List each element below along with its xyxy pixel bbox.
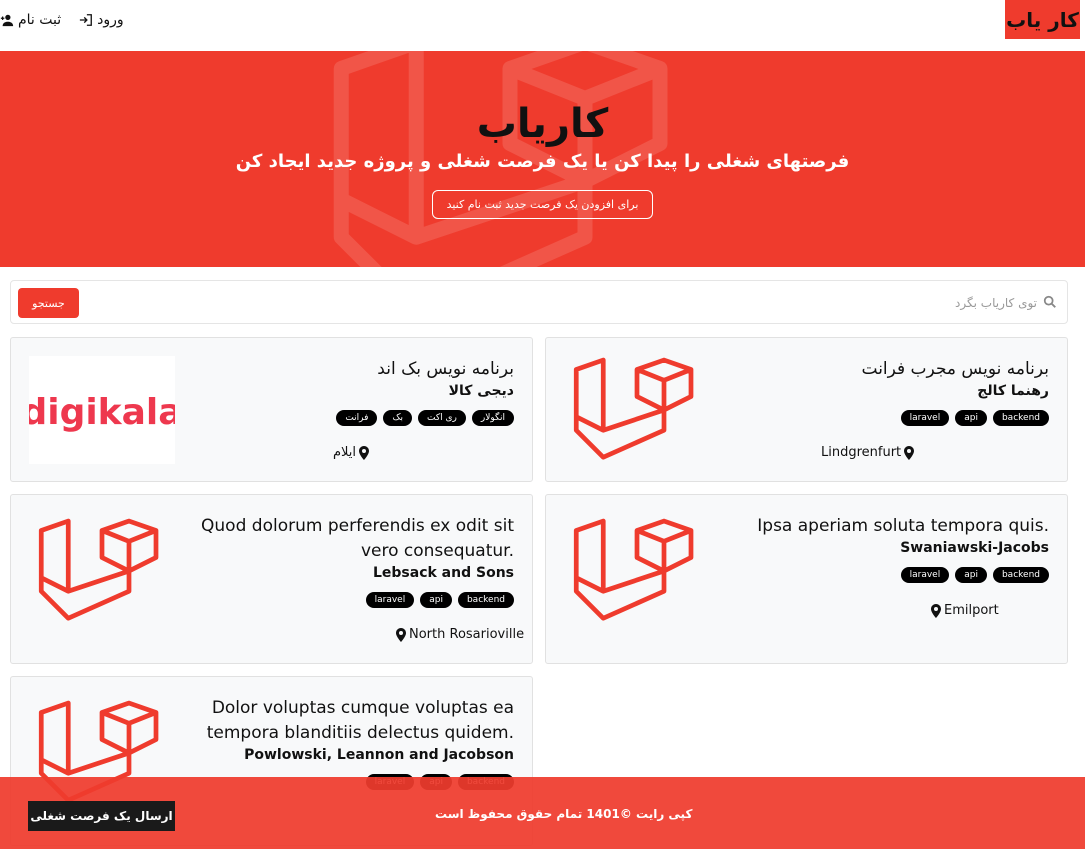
brand-logo[interactable]: کار یاب — [1005, 0, 1080, 39]
laravel-logo-icon — [573, 518, 694, 621]
tag-api[interactable]: api — [955, 567, 987, 583]
tag-backend[interactable]: بک — [383, 410, 413, 426]
login-link[interactable]: ورود — [79, 12, 124, 28]
company-name: دیجی کالا — [448, 383, 514, 399]
tag-frontend[interactable]: فرانت — [336, 410, 378, 426]
job-title[interactable]: برنامه نویس بک اند — [214, 357, 514, 382]
map-marker-icon — [931, 603, 941, 618]
tag-api[interactable]: api — [955, 410, 987, 426]
job-title-line: tempora blanditiis delectus quidem. — [206, 723, 514, 743]
job-title[interactable]: Ipsa aperiam soluta tempora quis. — [749, 514, 1049, 539]
job-card-body: برنامه نویس بک اند دیجی کالا فرانت بک ری… — [214, 357, 514, 426]
footer: کپی رایت ©1401 تمام حقوق محفوظ است ارسال… — [0, 777, 1085, 849]
job-title[interactable]: برنامه نویس مجرب فرانت — [749, 357, 1050, 382]
company-name: Powlowski, Leannon and Jacobson — [244, 747, 514, 763]
location-text: Lindgrenfurt — [821, 445, 902, 460]
job-title[interactable]: Dolor voluptas cumque voluptas ea tempor… — [184, 696, 514, 746]
job-location: ایلام — [333, 445, 370, 460]
company-name: Lebsack and Sons — [372, 565, 514, 581]
hero-title: کاریاب — [476, 101, 609, 147]
job-tags: laravel api backend — [749, 567, 1049, 583]
tag-laravel[interactable]: laravel — [900, 567, 950, 583]
search-input[interactable] — [437, 291, 1037, 315]
job-tags: laravel api backend — [749, 410, 1049, 426]
job-card[interactable]: Ipsa aperiam soluta tempora quis. Swania… — [545, 494, 1068, 664]
job-title-line: Quod dolorum perferendis ex odit sit — [201, 516, 514, 536]
search-icon — [1043, 295, 1056, 308]
location-text: Emilport — [944, 603, 999, 618]
copyright-text: کپی رایت ©1401 تمام حقوق محفوظ است — [435, 807, 693, 821]
job-card[interactable]: Quod dolorum perferendis ex odit sit ver… — [10, 494, 533, 664]
job-card[interactable]: برنامه نویس مجرب فرانت رهنما کالج larave… — [545, 337, 1068, 482]
job-location: Emilport — [931, 603, 999, 618]
register-link[interactable]: ثبت نام — [0, 12, 61, 28]
company-name: Swaniawski-Jacobs — [900, 540, 1049, 556]
map-marker-icon — [396, 627, 406, 642]
login-icon — [80, 14, 93, 26]
login-label: ورود — [97, 12, 124, 28]
job-card[interactable]: digikala برنامه نویس بک اند دیجی کالا فر… — [10, 337, 533, 482]
tag-api[interactable]: api — [420, 592, 452, 608]
tag-backend[interactable]: backend — [457, 592, 514, 608]
location-text: ایلام — [333, 445, 357, 460]
job-title-line: vero consequatur. — [360, 541, 514, 561]
register-label: ثبت نام — [18, 12, 62, 28]
job-card-body: Dolor voluptas cumque voluptas ea tempor… — [184, 696, 514, 790]
tag-react[interactable]: ری اکت — [418, 410, 466, 426]
hero-banner: کاریاب فرصتهای شغلی را پیدا کن یا یک فرص… — [0, 51, 1085, 267]
job-card-body: Quod dolorum perferendis ex odit sit ver… — [184, 514, 514, 608]
digikala-logo-icon: digikala — [29, 356, 175, 464]
job-title-line: Dolor voluptas cumque voluptas ea — [211, 698, 514, 718]
location-text: North Rosarioville — [409, 627, 525, 642]
job-location: Lindgrenfurt — [821, 445, 915, 460]
tag-laravel[interactable]: laravel — [365, 592, 415, 608]
search-bar: جستجو — [10, 280, 1068, 324]
search-button[interactable]: جستجو — [18, 288, 79, 318]
map-marker-icon — [904, 445, 915, 460]
tag-backend[interactable]: backend — [992, 410, 1049, 426]
digikala-logo-text: digikala — [29, 392, 175, 433]
tag-laravel[interactable]: laravel — [900, 410, 950, 426]
laravel-logo-icon — [38, 518, 159, 621]
auth-links: ثبت نام ورود — [0, 10, 124, 30]
job-tags: فرانت بک ری اکت انگولار — [214, 410, 514, 426]
company-name: رهنما کالج — [977, 383, 1049, 399]
job-tags: laravel api backend — [184, 592, 514, 608]
top-navbar: کار یاب ثبت نام ورود — [0, 0, 1085, 50]
job-title[interactable]: Quod dolorum perferendis ex odit sit ver… — [184, 514, 514, 564]
tag-angular[interactable]: انگولار — [471, 410, 514, 426]
submit-job-button[interactable]: ارسال یک فرصت شغلی — [28, 801, 175, 831]
register-to-add-job-button[interactable]: برای افزودن یک فرصت جدید ثبت نام کنید — [431, 190, 654, 219]
job-location: North Rosarioville — [396, 627, 524, 642]
tag-backend[interactable]: backend — [992, 567, 1049, 583]
hero-subtitle: فرصتهای شغلی را پیدا کن یا یک فرصت شغلی … — [235, 151, 850, 172]
laravel-logo-icon — [573, 357, 694, 460]
user-plus-icon — [0, 14, 14, 27]
job-card-body: برنامه نویس مجرب فرانت رهنما کالج larave… — [749, 357, 1049, 426]
map-marker-icon — [359, 445, 370, 460]
job-card-body: Ipsa aperiam soluta tempora quis. Swania… — [749, 514, 1049, 583]
